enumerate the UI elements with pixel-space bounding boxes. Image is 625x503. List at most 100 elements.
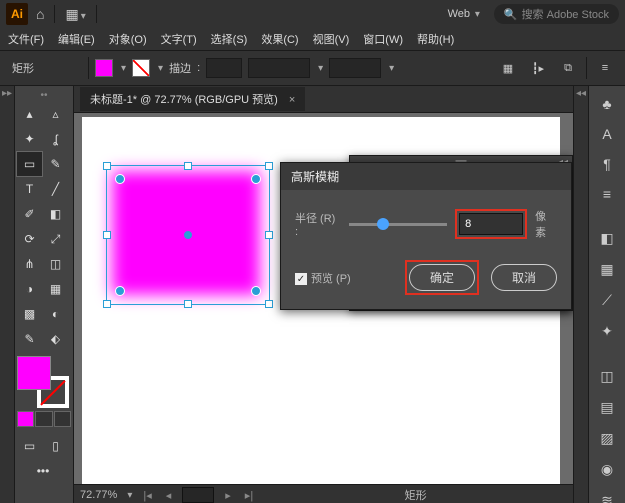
- stroke-weight-input[interactable]: [206, 58, 242, 78]
- rotate-tool[interactable]: ⟳: [17, 227, 42, 251]
- fill-swatch[interactable]: [95, 59, 113, 77]
- fill-stroke-control[interactable]: [17, 356, 69, 408]
- dialog-title: 高斯模糊: [281, 163, 571, 190]
- menu-type[interactable]: 文字(T): [161, 31, 197, 47]
- layers-panel-icon[interactable]: ≋: [597, 492, 617, 503]
- direct-select-tool[interactable]: ▵: [43, 102, 68, 126]
- menu-help[interactable]: 帮助(H): [417, 31, 454, 47]
- stroke-profile[interactable]: [248, 58, 310, 78]
- handle-center[interactable]: [184, 231, 192, 239]
- shape-builder-tool[interactable]: ◑: [17, 277, 42, 301]
- title-bar: Ai ⌂ ▦▾ Web ▾ 🔍 搜索 Adobe Stock: [0, 0, 625, 28]
- ok-button[interactable]: 确定: [409, 264, 475, 291]
- nav-prev-icon[interactable]: ◂: [163, 489, 175, 502]
- character-panel-icon[interactable]: A: [597, 126, 617, 142]
- nav-first-icon[interactable]: |◂: [140, 489, 154, 502]
- selection-tool[interactable]: ▴: [17, 102, 42, 126]
- nav-next-icon[interactable]: ▸: [222, 489, 234, 502]
- arrange-icon[interactable]: ┇▸: [526, 56, 550, 80]
- pencil-tool[interactable]: ✐: [17, 202, 42, 226]
- toolbox: •• ▴▵ ✦ʆ ▭✎ T╱ ✐◧ ⟳⤢ ⋔◫ ◑▦ ▩◐ ✎⬖ ▭▯ •••: [15, 86, 74, 503]
- paragraph-panel-icon[interactable]: ¶: [597, 156, 617, 172]
- menu-view[interactable]: 视图(V): [313, 31, 350, 47]
- layout-icon[interactable]: ▦▾: [65, 6, 85, 23]
- align-icon[interactable]: ▦: [496, 56, 520, 80]
- menu-select[interactable]: 选择(S): [211, 31, 248, 47]
- paintbrush-tool[interactable]: ✎: [43, 152, 68, 176]
- appearance-panel-icon[interactable]: ◉: [597, 461, 617, 478]
- corner-widget-tr[interactable]: [251, 174, 261, 184]
- symbols-panel-icon[interactable]: ✦: [597, 323, 617, 340]
- menu-bar: 文件(F) 编辑(E) 对象(O) 文字(T) 选择(S) 效果(C) 视图(V…: [0, 28, 625, 51]
- handle-br[interactable]: [265, 300, 273, 308]
- radius-label: 半径 (R) :: [295, 210, 341, 238]
- edit-toolbar[interactable]: •••: [17, 459, 69, 483]
- menu-window[interactable]: 窗口(W): [363, 31, 403, 47]
- brushes-panel-icon[interactable]: ⟋: [597, 292, 617, 309]
- ok-highlight: 确定: [405, 260, 479, 295]
- handle-tl[interactable]: [103, 162, 111, 170]
- change-screen-tool[interactable]: ▯: [43, 434, 68, 458]
- zoom-level[interactable]: 72.77%: [80, 489, 117, 501]
- line-tool[interactable]: ╱: [43, 177, 68, 201]
- width-tool[interactable]: ⋔: [17, 252, 42, 276]
- stroke-swatch[interactable]: [132, 59, 150, 77]
- gradient-tool[interactable]: ◐: [43, 302, 68, 326]
- menu-edit[interactable]: 编辑(E): [58, 31, 95, 47]
- handle-mr[interactable]: [265, 231, 273, 239]
- fill-box[interactable]: [17, 356, 51, 390]
- menu-file[interactable]: 文件(F): [8, 31, 44, 47]
- brush-def[interactable]: [329, 58, 381, 78]
- nav-last-icon[interactable]: ▸|: [242, 489, 256, 502]
- slider-thumb[interactable]: [377, 218, 389, 230]
- preview-checkbox[interactable]: ✓预览 (P): [295, 270, 351, 286]
- corner-widget-br[interactable]: [251, 286, 261, 296]
- libraries-panel-icon[interactable]: ≡: [597, 186, 617, 202]
- artboard-nav-input[interactable]: [182, 487, 214, 503]
- menu-object[interactable]: 对象(O): [109, 31, 147, 47]
- radius-input[interactable]: [459, 213, 523, 235]
- type-tool[interactable]: T: [17, 177, 42, 201]
- handle-tm[interactable]: [184, 162, 192, 170]
- blend-tool[interactable]: ⬖: [43, 327, 68, 351]
- corner-widget-bl[interactable]: [115, 286, 125, 296]
- handle-bl[interactable]: [103, 300, 111, 308]
- properties-panel-icon[interactable]: ♣: [597, 96, 617, 112]
- menu-effect[interactable]: 效果(C): [261, 31, 298, 47]
- eraser-tool[interactable]: ◧: [43, 202, 68, 226]
- control-bar: 矩形 ▾ ▾ 描边 : ▾ ▾ ▦ ┇▸ ⧉ ≡: [0, 51, 625, 86]
- handle-tr[interactable]: [265, 162, 273, 170]
- shape-type-label: 矩形: [8, 60, 82, 76]
- handle-ml[interactable]: [103, 231, 111, 239]
- panel-menu-icon[interactable]: ≡: [593, 56, 617, 80]
- transform-icon[interactable]: ⧉: [556, 56, 580, 80]
- scale-tool[interactable]: ⤢: [43, 227, 68, 251]
- screen-mode-tool[interactable]: ▭: [17, 434, 42, 458]
- corner-widget-tl[interactable]: [115, 174, 125, 184]
- swatches-panel-icon[interactable]: ▦: [597, 261, 617, 278]
- document-tab[interactable]: 未标题-1* @ 72.77% (RGB/GPU 预览) ×: [80, 87, 305, 111]
- close-tab-icon[interactable]: ×: [289, 94, 295, 106]
- stock-search[interactable]: 🔍 搜索 Adobe Stock: [494, 4, 619, 24]
- doc-profile[interactable]: Web ▾: [448, 8, 480, 20]
- perspective-tool[interactable]: ▦: [43, 277, 68, 301]
- color-mode-switches[interactable]: [17, 411, 71, 427]
- magic-wand-tool[interactable]: ✦: [17, 127, 42, 151]
- transparency-panel-icon[interactable]: ▨: [597, 430, 617, 447]
- color-panel-icon[interactable]: ◧: [597, 230, 617, 247]
- handle-bm[interactable]: [184, 300, 192, 308]
- rectangle-tool[interactable]: ▭: [17, 152, 42, 176]
- status-bar: 72.77%▾ |◂ ◂ ▸ ▸| 矩形: [74, 484, 573, 503]
- home-icon[interactable]: ⌂: [36, 6, 44, 22]
- document-area: 未标题-1* @ 72.77% (RGB/GPU 预览) ×: [74, 86, 573, 503]
- radius-slider[interactable]: [349, 223, 447, 226]
- free-transform-tool[interactable]: ◫: [43, 252, 68, 276]
- eyedropper-tool[interactable]: ✎: [17, 327, 42, 351]
- gradient-panel-icon[interactable]: ▤: [597, 399, 617, 416]
- cancel-button[interactable]: 取消: [491, 264, 557, 291]
- canvas-viewport[interactable]: ━━ ◂◂ 外观 ≡ 路径 ◉ ▸ 描边 :: [74, 113, 573, 503]
- stroke-panel-icon[interactable]: ◫: [597, 368, 617, 385]
- lasso-tool[interactable]: ʆ: [43, 127, 68, 151]
- mesh-tool[interactable]: ▩: [17, 302, 42, 326]
- left-dock-strip: ▸▸: [0, 86, 15, 503]
